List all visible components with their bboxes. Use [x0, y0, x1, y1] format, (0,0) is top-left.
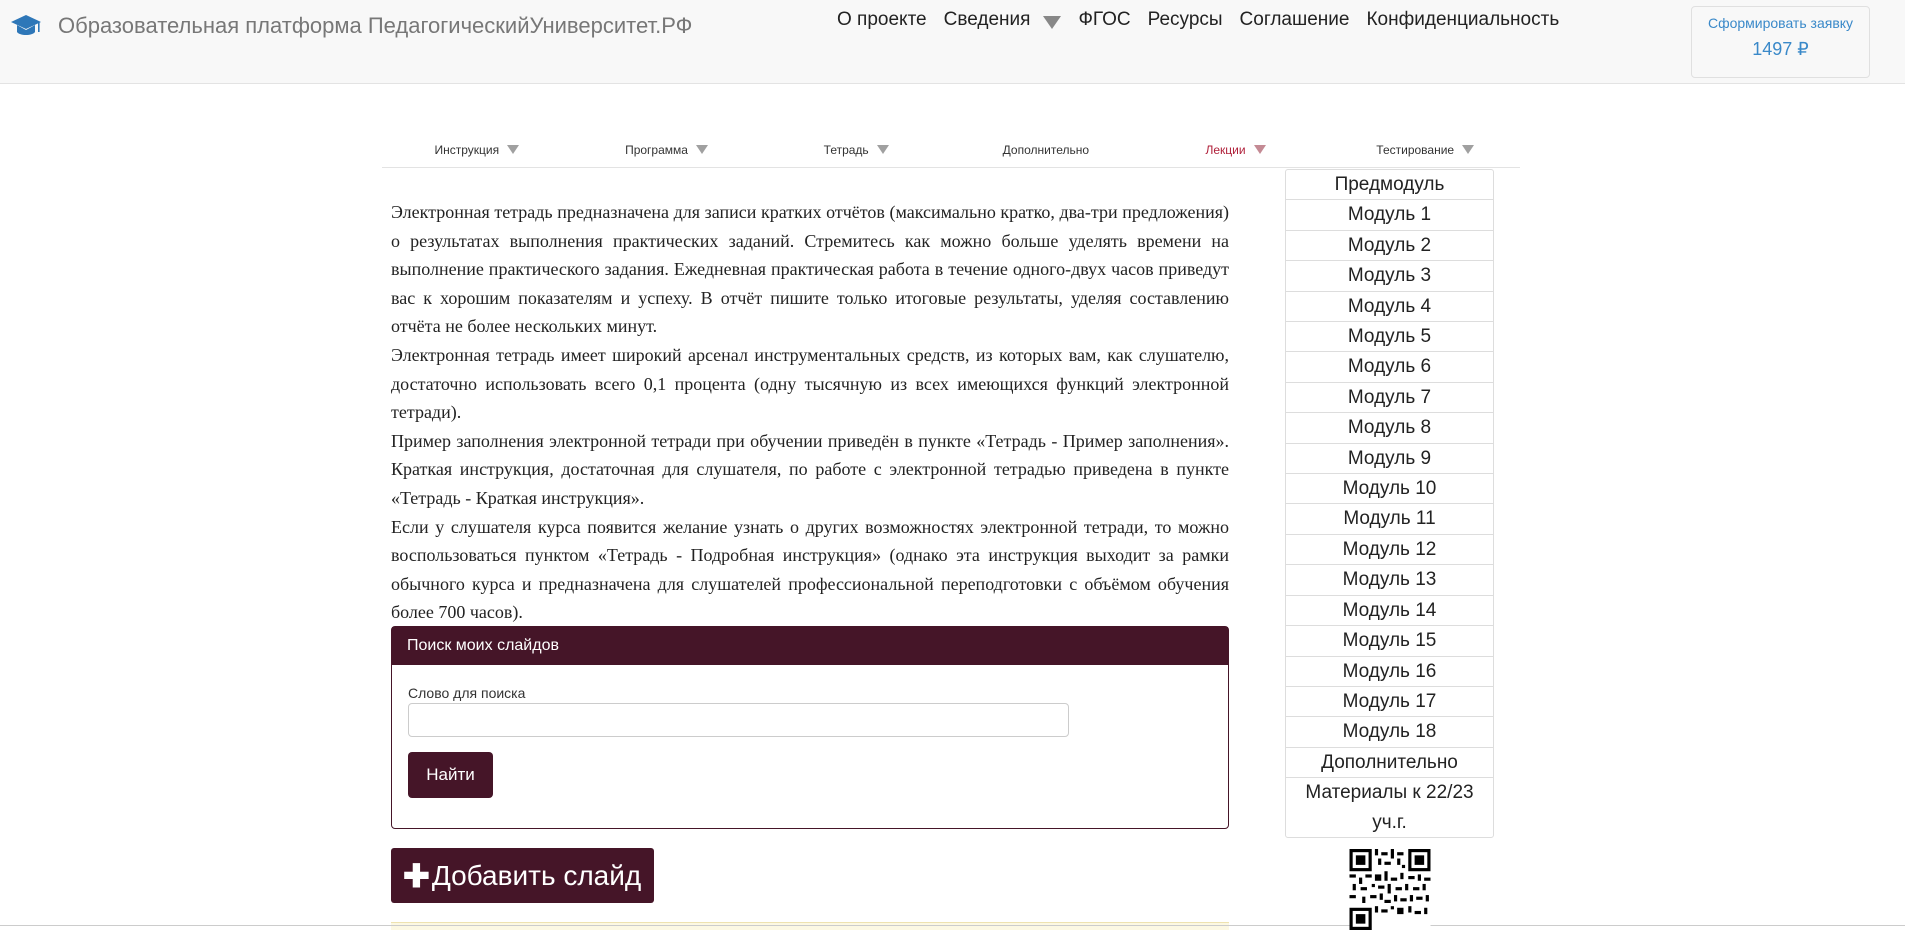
module-item[interactable]: Материалы к 22/23 уч.г.: [1286, 778, 1493, 837]
menu-label: Программа: [625, 142, 688, 157]
module-item[interactable]: Предмодуль: [1286, 170, 1493, 201]
menu-notebook[interactable]: Тетрадь: [761, 132, 951, 167]
module-item[interactable]: Модуль 16: [1286, 657, 1493, 687]
add-slide-button[interactable]: ✚ Добавить слайд: [391, 848, 654, 903]
caret-down-icon: [876, 145, 889, 154]
menu-instruction[interactable]: Инструкция: [382, 132, 572, 167]
menu-label: Дополнительно: [1002, 142, 1090, 157]
menu-testing[interactable]: Тестирование: [1330, 132, 1520, 167]
course-menu: Инструкция Программа Тетрадь Дополнитель…: [382, 132, 1520, 168]
caret-down-icon: [695, 145, 708, 154]
module-item[interactable]: Модуль 10: [1286, 474, 1493, 505]
notebook-description: Электронная тетрадь предназначена для за…: [391, 198, 1229, 627]
search-field-label: Слово для поиска: [408, 685, 526, 701]
brand-title: Образовательная платформа Педагогический…: [58, 13, 693, 38]
qr-code-icon: [1349, 849, 1431, 930]
nav-privacy[interactable]: Конфиденциальность: [1366, 9, 1559, 31]
module-item[interactable]: Модуль 2: [1286, 231, 1493, 262]
order-price: 1497 ₽: [1752, 39, 1809, 59]
module-list: Предмодуль Модуль 1 Модуль 2 Модуль 3 Мо…: [1285, 169, 1494, 838]
slide-search-panel: Поиск моих слайдов Слово для поиска Найт…: [391, 626, 1229, 829]
module-item[interactable]: Дополнительно: [1286, 748, 1493, 779]
module-item[interactable]: Модуль 14: [1286, 596, 1493, 627]
module-item[interactable]: Модуль 11: [1286, 504, 1493, 535]
paragraph: Электронная тетрадь имеет широкий арсена…: [391, 344, 1229, 423]
graduation-cap-icon: [11, 15, 41, 35]
nav-resources[interactable]: Ресурсы: [1148, 9, 1223, 31]
module-item[interactable]: Модуль 9: [1286, 444, 1493, 475]
paragraph: Пример заполнения электронной тетради пр…: [391, 430, 1229, 508]
add-slide-label: Добавить слайд: [431, 859, 642, 891]
nav-fgos[interactable]: ФГОС: [1078, 9, 1130, 31]
nav-agreement[interactable]: Соглашение: [1240, 9, 1350, 31]
module-item[interactable]: Модуль 8: [1286, 413, 1493, 444]
order-label: Сформировать заявку: [1707, 15, 1854, 31]
menu-label: Инструкция: [434, 142, 500, 157]
menu-additional[interactable]: Дополнительно: [951, 132, 1141, 167]
panel-title: Поиск моих слайдов: [392, 627, 1228, 665]
paragraph: Электронная тетрадь предназначена для за…: [391, 202, 1229, 337]
menu-program[interactable]: Программа: [572, 132, 762, 167]
paragraph: Если у слушателя курса появится желание …: [391, 516, 1229, 623]
module-item[interactable]: Модуль 13: [1286, 565, 1493, 596]
module-item[interactable]: Модуль 7: [1286, 383, 1493, 414]
module-item[interactable]: Модуль 15: [1286, 626, 1493, 657]
menu-label: Лекции: [1205, 142, 1246, 157]
module-item[interactable]: Модуль 4: [1286, 292, 1493, 323]
main-nav: О проекте Сведения ФГОС Ресурсы Соглашен…: [837, 9, 1576, 31]
menu-lectures[interactable]: Лекции: [1141, 132, 1331, 167]
menu-label: Тетрадь: [823, 142, 869, 157]
module-item[interactable]: Модуль 18: [1286, 717, 1493, 748]
nav-info[interactable]: Сведения: [944, 9, 1031, 31]
brand[interactable]: Образовательная платформа Педагогический…: [10, 10, 692, 42]
nav-about[interactable]: О проекте: [837, 9, 927, 31]
menu-label: Тестирование: [1376, 142, 1455, 157]
caret-down-icon[interactable]: [1043, 15, 1062, 29]
caret-down-icon: [1253, 145, 1266, 154]
bottom-divider: [0, 925, 1905, 930]
module-item[interactable]: Модуль 3: [1286, 261, 1493, 292]
plus-icon: ✚: [403, 857, 430, 894]
caret-down-icon: [507, 145, 520, 154]
search-input[interactable]: [408, 703, 1069, 737]
module-item[interactable]: Модуль 17: [1286, 687, 1493, 718]
top-navbar: Образовательная платформа Педагогический…: [0, 0, 1905, 84]
module-item[interactable]: Модуль 12: [1286, 535, 1493, 566]
module-item[interactable]: Модуль 1: [1286, 200, 1493, 231]
find-button[interactable]: Найти: [408, 752, 493, 798]
order-request-button[interactable]: Сформировать заявку 1497 ₽: [1691, 6, 1870, 78]
module-item[interactable]: Модуль 5: [1286, 322, 1493, 353]
caret-down-icon: [1462, 145, 1475, 154]
module-item[interactable]: Модуль 6: [1286, 352, 1493, 383]
